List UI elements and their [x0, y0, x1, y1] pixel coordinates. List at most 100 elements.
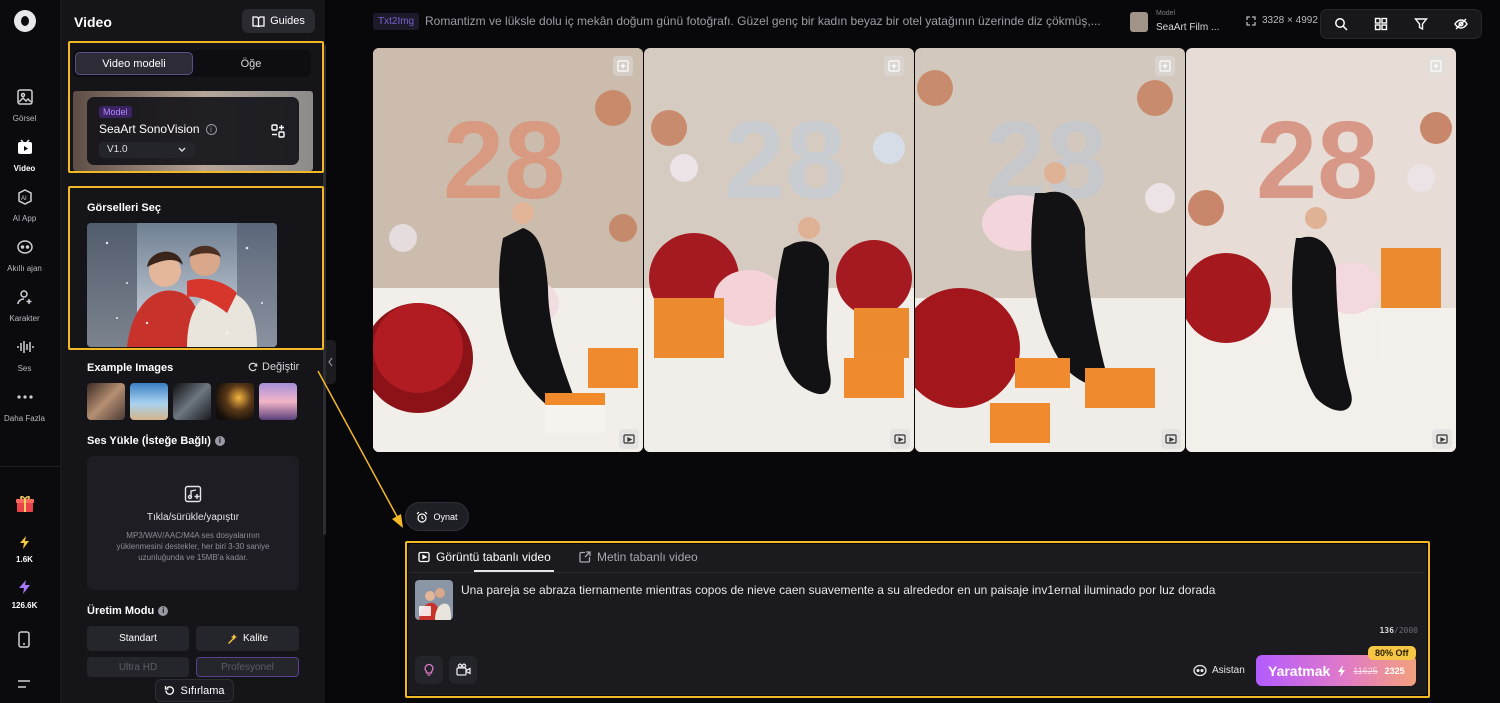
birthday-photo: 28	[915, 48, 1185, 452]
birthday-photo: 28	[644, 48, 914, 452]
rail-label: Akıllı ajan	[7, 264, 42, 273]
tab-text-to-video[interactable]: Metin tabanlı video	[579, 550, 698, 564]
couple-snow-image	[87, 223, 277, 347]
video-icon	[17, 139, 32, 154]
mode-professional-button[interactable]: Profesyonel	[196, 657, 299, 677]
info-icon[interactable]: i	[158, 606, 169, 616]
video-edit-icon	[1436, 434, 1448, 444]
rail-item-more[interactable]: Daha Fazla	[0, 388, 49, 424]
rail-item-agent[interactable]: Akıllı ajan	[0, 238, 49, 274]
example-images-title: Example Images	[87, 362, 174, 374]
change-button[interactable]: Değiştir	[248, 361, 299, 373]
video-edit-icon	[1165, 434, 1177, 444]
gallery-image[interactable]: 28	[915, 48, 1185, 452]
audio-wave-icon	[16, 341, 34, 353]
image-size: 3328 × 4992	[1246, 15, 1318, 26]
gallery-image[interactable]: 28	[1186, 48, 1456, 452]
example-image[interactable]	[130, 383, 168, 420]
info-icon[interactable]: i	[205, 124, 217, 135]
image-to-video-button[interactable]	[1161, 429, 1181, 449]
mode-quality-button[interactable]: Kalite	[196, 626, 299, 651]
gallery-image[interactable]: 28	[644, 48, 914, 452]
active-tab-underline	[474, 570, 554, 572]
add-image-button[interactable]	[1155, 56, 1175, 76]
chevron-down-icon	[178, 147, 186, 152]
tab-video-model[interactable]: Video modeli	[75, 52, 193, 75]
mode-standard-button[interactable]: Standart	[87, 626, 189, 651]
plus-square-icon	[888, 60, 900, 72]
model-name-top: SeaArt Film ...	[1156, 22, 1220, 33]
menu-icon[interactable]	[17, 678, 31, 690]
rail-label: Karakter	[9, 314, 40, 323]
left-rail: Görsel Video AI AI App Akıllı ajan Karak…	[0, 0, 61, 703]
add-image-button[interactable]	[613, 56, 633, 76]
rail-label: Daha Fazla	[4, 414, 45, 423]
eye-off-icon[interactable]	[1454, 17, 1468, 31]
panel-title: Video	[74, 14, 112, 30]
example-image[interactable]	[216, 383, 254, 420]
prompt-text[interactable]: Una pareja se abraza tiernamente mientra…	[461, 583, 1361, 597]
ai-app-icon: AI	[17, 189, 32, 205]
mode-ultra-hd-button[interactable]: Ultra HD	[87, 657, 189, 677]
source-tag: Txt2Img	[373, 13, 420, 30]
model-label: Model	[1156, 10, 1176, 17]
seaart-logo[interactable]	[14, 10, 36, 32]
rail-label: Görsel	[12, 114, 37, 123]
rail-item-image[interactable]: Görsel	[0, 88, 49, 124]
camera-motion-button[interactable]	[449, 656, 477, 684]
gallery-image[interactable]: 28	[373, 48, 643, 452]
lightning-credit: 1.6K	[16, 555, 33, 564]
info-icon[interactable]: i	[214, 436, 225, 446]
guides-button[interactable]: Guides	[242, 9, 315, 33]
image-to-video-button[interactable]	[1432, 429, 1452, 449]
change-label: Değiştir	[262, 361, 300, 373]
selected-image[interactable]	[87, 223, 277, 347]
rail-item-audio[interactable]: Ses	[0, 338, 49, 374]
reset-button[interactable]: Sıfırlama	[155, 679, 234, 702]
stamina-credit: 126.6K	[11, 601, 38, 610]
image-to-video-button[interactable]	[619, 429, 639, 449]
prompt-image-thumbnail[interactable]	[415, 580, 453, 620]
rail-item-character[interactable]: Karakter	[0, 288, 49, 324]
alarm-clock-icon	[417, 511, 428, 523]
add-image-button[interactable]	[884, 56, 904, 76]
add-image-button[interactable]	[1426, 56, 1446, 76]
inspiration-button[interactable]	[415, 656, 443, 684]
prompt-box: Görüntü tabanlı video Metin tabanlı vide…	[408, 544, 1427, 695]
play-button[interactable]: Oynat	[405, 502, 469, 531]
filter-icon[interactable]	[1414, 17, 1428, 31]
audio-upload-dropzone[interactable]: Tıkla/sürükle/yapıştır MP3/WAV/AAC/M4A s…	[87, 456, 299, 590]
refresh-icon	[248, 362, 258, 372]
book-icon	[252, 16, 265, 27]
balloon-number: 28	[1256, 99, 1378, 222]
image-to-video-button[interactable]	[890, 429, 910, 449]
rail-item-ai-app[interactable]: AI AI App	[0, 188, 49, 224]
rail-label: Ses	[17, 364, 32, 373]
gift-icon[interactable]	[15, 494, 35, 514]
phone-icon[interactable]	[17, 631, 31, 648]
grid-icon[interactable]	[1374, 17, 1388, 31]
example-image[interactable]	[259, 383, 297, 420]
example-image[interactable]	[173, 383, 211, 420]
assistant-button[interactable]: Asistan	[1193, 664, 1245, 677]
expand-icon	[1246, 15, 1256, 26]
edit-square-icon	[579, 551, 591, 563]
tab-element[interactable]: Öğe	[193, 52, 309, 75]
example-image[interactable]	[87, 383, 125, 420]
model-selector[interactable]: Model SeaArt SonoVision i V1.0	[87, 97, 299, 165]
video-edit-icon	[623, 434, 635, 444]
swap-model-icon[interactable]	[271, 124, 285, 138]
svg-text:AI: AI	[21, 196, 27, 202]
quality-icon	[227, 634, 237, 644]
panel-scrollbar[interactable]	[323, 45, 326, 535]
search-icon[interactable]	[1334, 17, 1348, 31]
panel-collapse-handle[interactable]	[326, 340, 336, 384]
plus-square-icon	[1159, 60, 1171, 72]
rail-divider	[0, 466, 61, 467]
source-prompt: Romantizm ve lüksle dolu iç mekân doğum …	[425, 14, 1101, 28]
tab-image-to-video[interactable]: Görüntü tabanlı video	[418, 550, 551, 564]
rail-item-video[interactable]: Video	[0, 138, 49, 174]
model-thumbnail	[1130, 12, 1148, 32]
video-icon	[418, 551, 430, 563]
model-version-select[interactable]: V1.0	[99, 142, 195, 158]
